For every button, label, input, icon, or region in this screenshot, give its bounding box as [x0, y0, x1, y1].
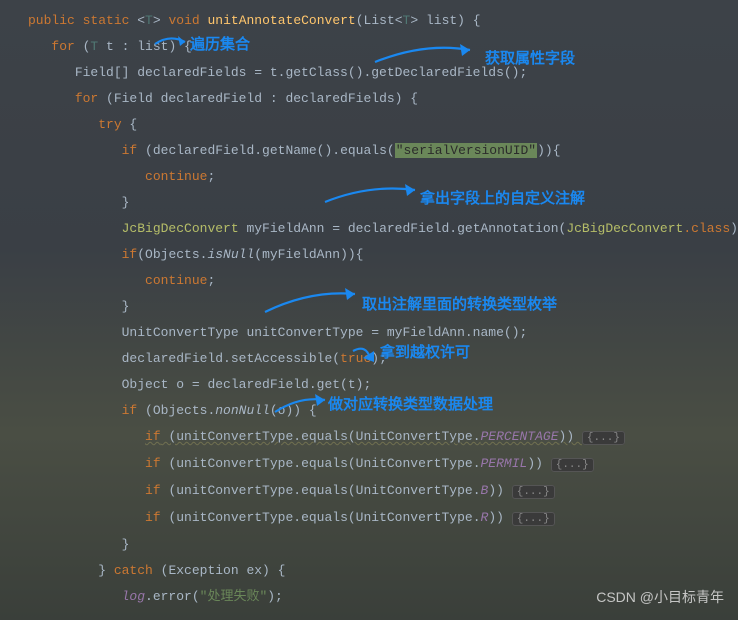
code-line: for (Field declaredField : declaredField…: [28, 86, 738, 112]
annotation-label: 取出注解里面的转换类型枚举: [362, 292, 557, 318]
code-line: if (unitConvertType.equals(UnitConvertTy…: [28, 478, 738, 505]
code-line: JcBigDecConvert myFieldAnn = declaredFie…: [28, 216, 738, 242]
arrow-icon: [370, 40, 480, 68]
code-line: } catch (Exception ex) {: [28, 558, 738, 584]
code-fold[interactable]: {...}: [582, 431, 625, 445]
code-fold[interactable]: {...}: [512, 485, 555, 499]
arrow-icon: [270, 394, 330, 416]
arrow-icon: [348, 346, 384, 364]
code-fold[interactable]: {...}: [512, 512, 555, 526]
annotation-label: 遍历集合: [190, 32, 250, 58]
code-line: public static <T> void unitAnnotateConve…: [28, 8, 738, 34]
arrow-icon: [320, 182, 420, 206]
code-line: if (unitConvertType.equals(UnitConvertTy…: [28, 424, 738, 451]
code-line: if(Objects.isNull(myFieldAnn)){: [28, 242, 738, 268]
code-line: continue;: [28, 268, 738, 294]
code-line: if (unitConvertType.equals(UnitConvertTy…: [28, 505, 738, 532]
code-fold[interactable]: {...}: [551, 458, 594, 472]
annotation-label: 拿到越权许可: [380, 340, 470, 366]
arrow-icon: [150, 32, 190, 52]
code-line: }: [28, 532, 738, 558]
arrow-icon: [260, 288, 360, 316]
annotation-label: 拿出字段上的自定义注解: [420, 186, 585, 212]
annotation-label: 做对应转换类型数据处理: [328, 392, 493, 418]
code-line: if (declaredField.getName().equals("seri…: [28, 138, 738, 164]
code-line: try {: [28, 112, 738, 138]
watermark-label: CSDN @小目标青年: [596, 584, 724, 610]
annotation-label: 获取属性字段: [485, 46, 575, 72]
code-line: if (unitConvertType.equals(UnitConvertTy…: [28, 451, 738, 478]
